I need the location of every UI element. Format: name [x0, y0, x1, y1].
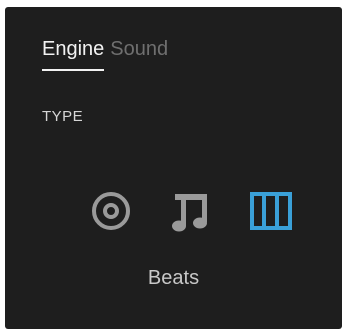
engine-panel: Engine Sound TYPE Beats — [5, 7, 342, 329]
tab-engine[interactable]: Engine — [42, 37, 105, 71]
tab-sound[interactable]: Sound — [110, 37, 168, 71]
music-note-icon[interactable] — [169, 189, 213, 233]
tab-bar: Engine Sound — [42, 37, 168, 71]
selected-type-label: Beats — [147, 267, 200, 289]
circle-target-icon[interactable] — [89, 189, 133, 233]
beats-grid-icon[interactable] — [249, 189, 293, 233]
type-section-label: TYPE — [42, 108, 84, 125]
type-selector — [89, 189, 299, 233]
